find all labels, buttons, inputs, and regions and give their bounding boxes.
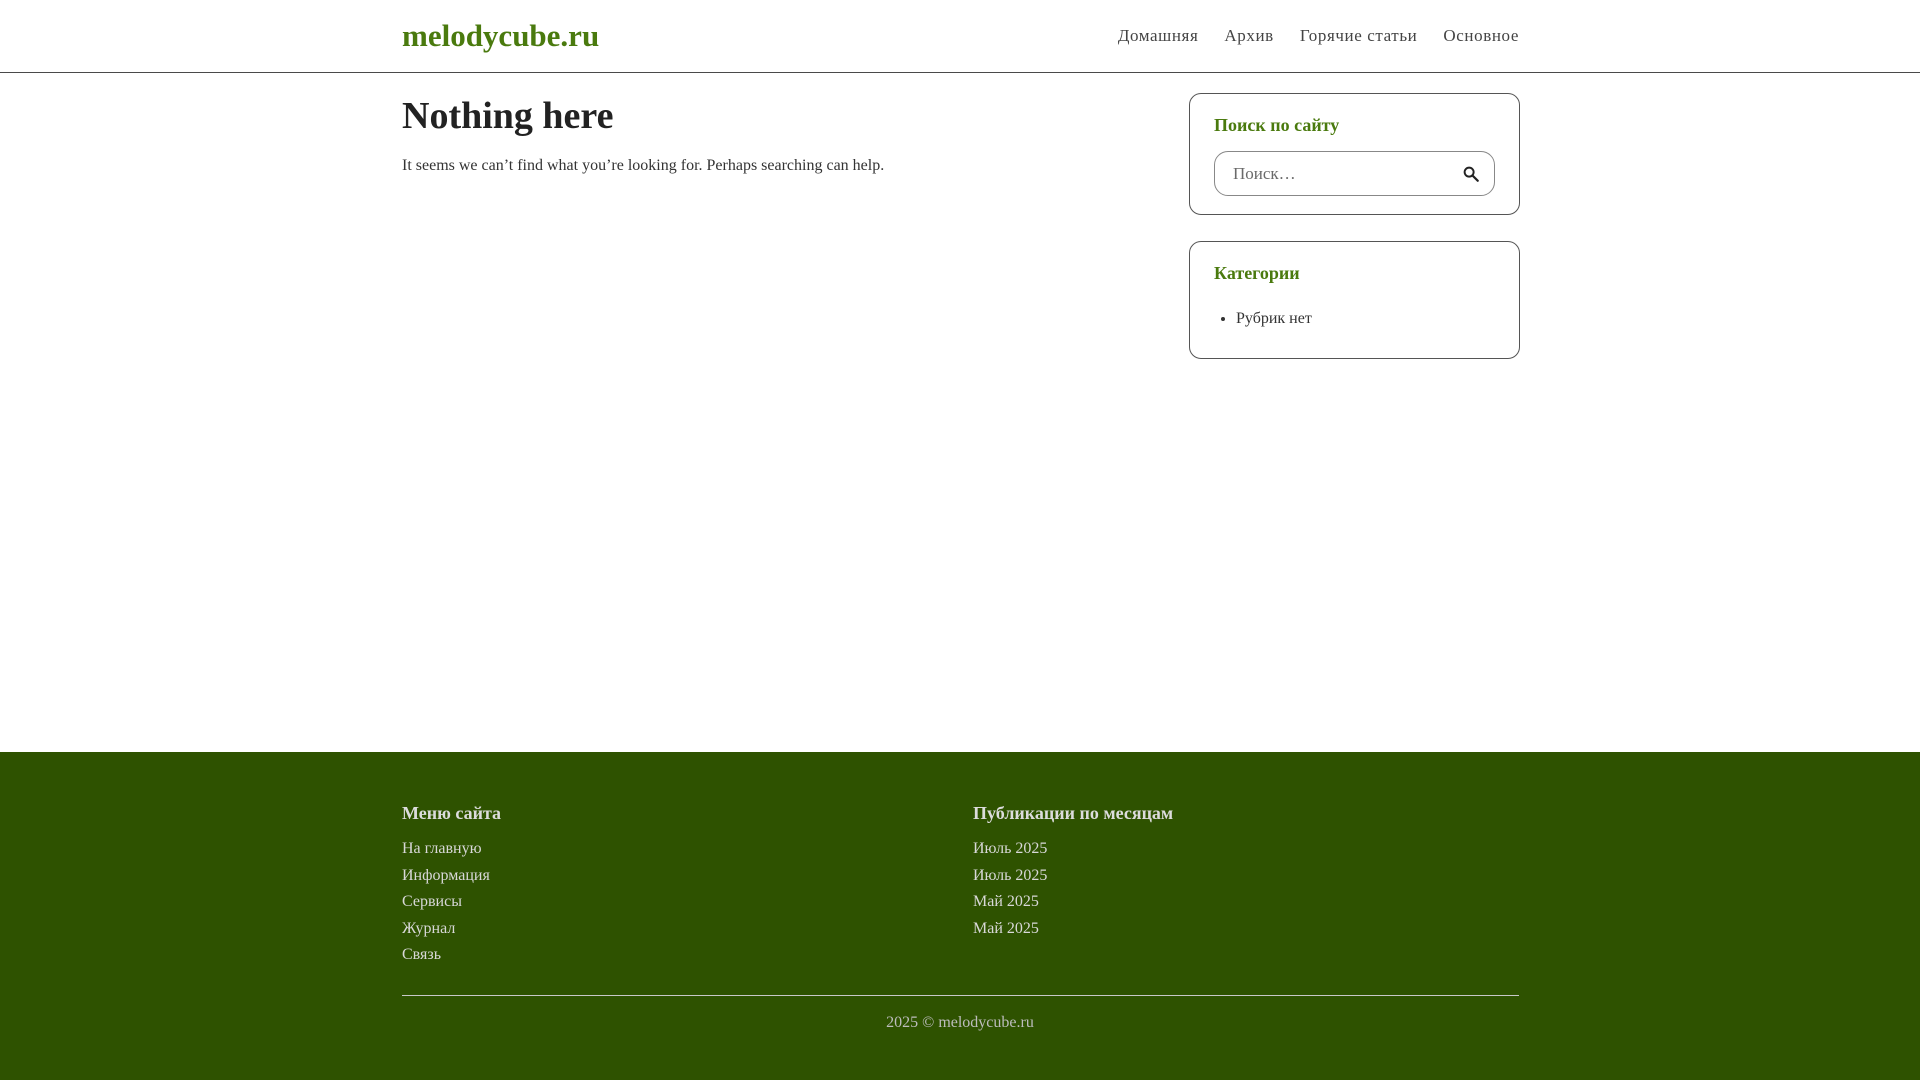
- archive-link[interactable]: Май 2025: [973, 893, 1039, 910]
- categories-widget: Категории Рубрик нет: [1189, 241, 1520, 359]
- search-button[interactable]: [1458, 161, 1484, 187]
- footer-menu-title: Меню сайта: [402, 803, 502, 823]
- copyright: 2025 © melodycube.ru: [886, 1014, 1034, 1031]
- not-found-message: It seems we can’t find what you’re looki…: [402, 157, 885, 174]
- nav-item-archive[interactable]: Архив: [1224, 24, 1273, 48]
- nav-item-home[interactable]: Домашняя: [1118, 24, 1199, 48]
- site-header: melodycube.ru Домашняя Архив Горячие ста…: [0, 0, 1920, 73]
- site-title-link[interactable]: melodycube.ru: [402, 16, 599, 56]
- nav-item-main[interactable]: Основное: [1443, 24, 1519, 48]
- footer-archives-title: Публикации по месяцам: [973, 803, 1174, 823]
- search-widget-title: Поиск по сайту: [1214, 115, 1340, 135]
- footer-menu: Меню сайта На главную Информация Сервисы…: [402, 800, 501, 969]
- categories-widget-title: Категории: [1214, 263, 1300, 283]
- footer-archives: Публикации по месяцам Июль 2025 Июль 202…: [973, 800, 1173, 942]
- footer-link-contact[interactable]: Связь: [402, 946, 441, 963]
- footer-archives-links: Июль 2025 Июль 2025 Май 2025 Май 2025: [973, 836, 1173, 942]
- categories-list: Рубрик нет: [1214, 308, 1312, 330]
- footer-link-info[interactable]: Информация: [402, 867, 490, 884]
- footer-divider: [402, 995, 1519, 996]
- search-widget: Поиск по сайту: [1189, 93, 1520, 215]
- footer-link-home[interactable]: На главную: [402, 840, 482, 857]
- site-footer: Меню сайта На главную Информация Сервисы…: [0, 752, 1920, 1080]
- archive-link[interactable]: Июль 2025: [973, 840, 1047, 857]
- search-icon: [1463, 166, 1479, 182]
- main-nav: Домашняя Архив Горячие статьи Основное: [1118, 24, 1519, 48]
- footer-link-journal[interactable]: Журнал: [402, 920, 455, 937]
- footer-link-services[interactable]: Сервисы: [402, 893, 462, 910]
- search-input[interactable]: [1216, 153, 1446, 194]
- footer-menu-links: На главную Информация Сервисы Журнал Свя…: [402, 836, 501, 969]
- archive-link[interactable]: Май 2025: [973, 920, 1039, 937]
- page-title: Nothing here: [402, 95, 614, 137]
- archive-link[interactable]: Июль 2025: [973, 867, 1047, 884]
- category-item: Рубрик нет: [1236, 308, 1312, 330]
- search-form: [1214, 151, 1495, 196]
- nav-item-hot-articles[interactable]: Горячие статьи: [1300, 24, 1418, 48]
